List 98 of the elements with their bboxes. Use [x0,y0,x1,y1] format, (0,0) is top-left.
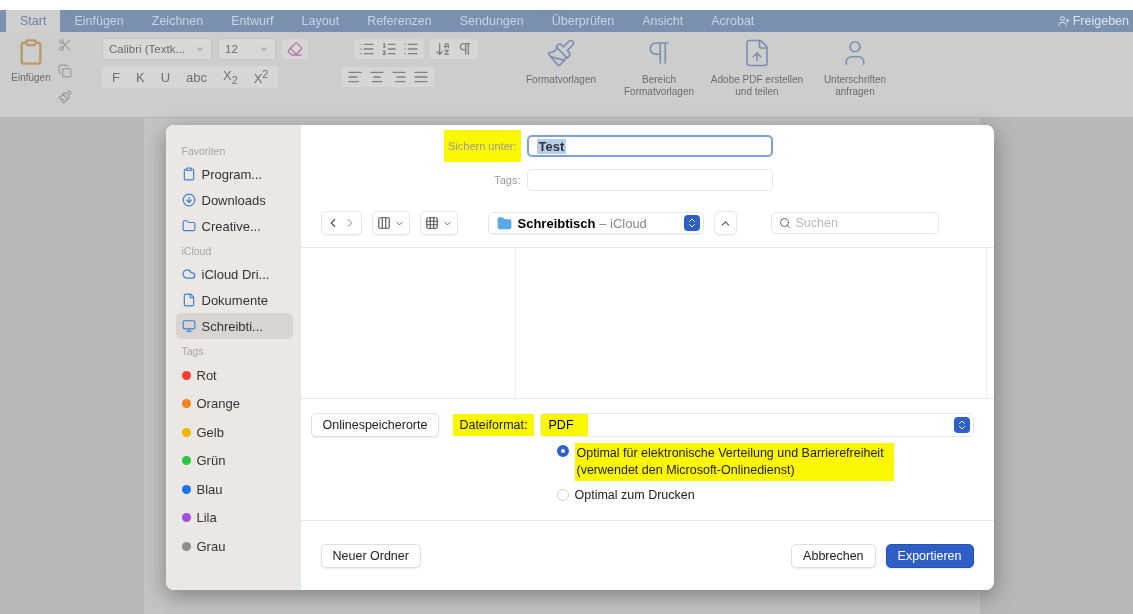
pilcrow-icon[interactable] [457,41,473,57]
tag-item[interactable]: Orange [175,389,293,418]
ribbon-button-label[interactable]: Unterschriften anfragen [808,74,902,97]
location-name: Schreibtisch – iCloud [517,215,647,231]
search-icon [778,217,791,229]
file-format-label: Dateiformat: [453,414,534,436]
sidebar-label: Dokumente [201,292,268,308]
caret-icon [195,44,205,54]
grid-icon [424,216,439,230]
sidebar-item[interactable]: iCloud Dri... [175,261,293,287]
tag-item[interactable]: Grün [175,446,293,475]
sidebar-item[interactable]: Schreibti... [175,313,293,339]
ribbon-tab[interactable]: Acrobat [697,10,769,32]
sidebar-label: Downloads [201,192,266,208]
tag-item[interactable]: Blau [175,475,293,504]
sidebar-item[interactable]: Program... [175,161,293,187]
tag-label: Rot [196,367,217,383]
ribbon-tab[interactable]: Referenzen [353,10,446,32]
tag-item[interactable]: Rot [175,361,293,390]
paintbrush-icon[interactable] [546,38,576,68]
paintbrush-icon[interactable] [58,90,72,104]
tags-label: Tags: [493,174,522,186]
export-button[interactable]: Exportieren [885,543,974,568]
sidebar-item[interactable]: Dokumente [175,287,293,313]
bullet-list-icon[interactable] [359,41,375,57]
tag-item[interactable]: Grau [175,532,293,561]
ribbon-tab[interactable]: Ansicht [628,10,698,32]
caret-icon [259,44,269,54]
ribbon-button-label[interactable]: Adobe PDF erstellen und teilen [710,74,804,97]
tag-label: Gelb [196,424,224,440]
cloud-icon [181,267,196,281]
icon-view-button[interactable] [419,211,458,235]
eraser-icon[interactable] [287,41,303,57]
ribbon-tab[interactable]: Entwurf [217,10,288,32]
font-name-field[interactable]: Calibri (Textk... [102,38,212,60]
tag-label: Orange [196,396,240,412]
radio-button[interactable] [556,445,569,457]
stepper-icon [683,215,700,231]
ribbon-tab[interactable]: Start [6,10,61,32]
back-forward-buttons[interactable] [320,211,362,235]
sort-icon[interactable] [435,41,451,57]
ribbon-button-label[interactable]: Formatvorlagen [526,74,596,86]
share-button[interactable]: Freigeben [1057,10,1133,32]
format-button[interactable]: X$^{2}$ [248,68,274,87]
paste-label[interactable]: Einfügen [11,72,51,83]
tag-label: Grau [196,538,226,554]
save-as-label: Sichern unter: [444,130,521,162]
desktop-icon [181,319,196,333]
cancel-button[interactable]: Abbrechen [791,543,876,568]
copy-icon[interactable] [58,64,72,78]
sidebar-heading: iCloud [181,245,213,257]
format-button[interactable]: U [155,69,175,85]
tag-item[interactable]: Lila [175,503,293,532]
tags-field[interactable] [526,169,773,191]
format-button[interactable]: K [130,69,150,85]
search-field[interactable]: Suchen [770,212,939,234]
folder-icon [496,215,512,231]
folder-icon [181,219,196,233]
sidebar-label: iCloud Dri... [201,266,270,282]
tag-label: Lila [196,510,217,526]
ribbon-tab[interactable]: Zeichnen [137,10,218,32]
tag-item[interactable]: Gelb [175,418,293,447]
format-button[interactable]: abc [181,69,212,85]
ribbon-button-label[interactable]: Bereich Formatvorlagen [612,74,706,97]
up-button[interactable] [713,211,737,235]
ribbon-tab[interactable]: Überprüfen [537,10,629,32]
format-button[interactable]: X$_{2}$ [218,68,243,86]
sidebar-label: Creative... [201,218,261,234]
online-locations-button[interactable]: Onlinespeicherorte [310,413,440,437]
file-name-value: Test [536,138,567,154]
file-name-field[interactable]: Test [526,135,773,157]
column-view-button[interactable] [371,211,410,235]
font-size-field[interactable]: 12 [218,38,276,60]
ribbon-tab[interactable]: Layout [287,10,354,32]
format-button[interactable]: F [107,69,125,85]
sidebar-label: Schreibti... [201,318,263,334]
person-plus-icon [1057,15,1070,27]
stepper-icon [953,417,970,433]
scissors-icon[interactable] [58,38,72,52]
document-icon [181,293,196,307]
sidebar-label: Program... [201,166,263,182]
option-label: Optimal zum Drucken [574,486,695,504]
file-format-popup[interactable]: PDF [539,413,974,437]
location-popup[interactable]: Schreibtisch – iCloud [487,212,704,234]
tag-label: Blau [196,481,223,497]
ribbon-tab[interactable]: Sendungen [445,10,538,32]
tag-label: Grün [196,453,226,469]
sidebar-item[interactable]: Downloads [175,187,293,213]
ribbon-tab[interactable]: Einfügen [60,10,138,32]
numbered-list-icon[interactable] [381,41,397,57]
new-folder-button[interactable]: Neuer Ordner [320,543,421,568]
sidebar-heading: Tags [181,345,205,357]
columns-icon [376,216,391,230]
download-icon [181,193,196,207]
sidebar-item[interactable]: Creative... [175,213,293,239]
option-label: Optimal für elektronische Verteilung und Barrierefreiheit (verwendet den Microsoft-Onlinedienst) [574,443,894,481]
sidebar-heading: Favoriten [181,145,227,157]
multilevel-list-icon[interactable] [403,41,419,57]
